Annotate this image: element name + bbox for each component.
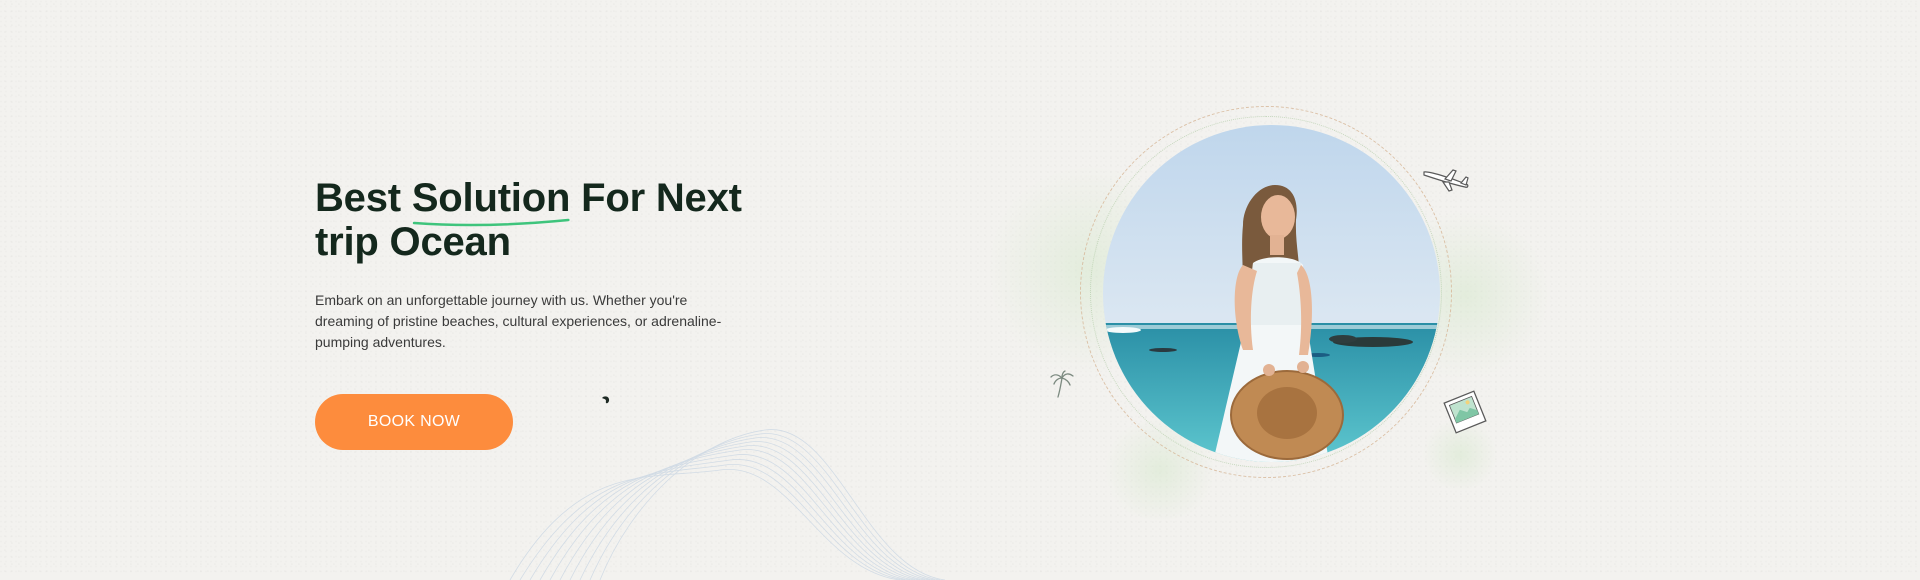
title-prefix: Best: [315, 176, 412, 220]
palm-tree-icon: [1050, 370, 1074, 398]
airplane-icon: [1423, 169, 1469, 192]
hero-title: Best Solution For Next trip Ocean: [315, 176, 755, 264]
decorative-wave-lines: [509, 429, 946, 580]
photo-frame-icon: [1443, 390, 1487, 434]
traveler-photo: [1103, 125, 1440, 462]
book-now-button[interactable]: BOOK NOW: [315, 394, 513, 450]
hero-description: Embark on an unforgettable journey with …: [315, 292, 722, 350]
title-highlight-word: Solution: [412, 176, 570, 227]
hero-text-block: Best Solution For Next trip Ocean Embark…: [315, 176, 755, 353]
decor-dot: [602, 396, 610, 404]
background-texture: [0, 0, 1920, 575]
underline-stroke: [412, 218, 570, 227]
